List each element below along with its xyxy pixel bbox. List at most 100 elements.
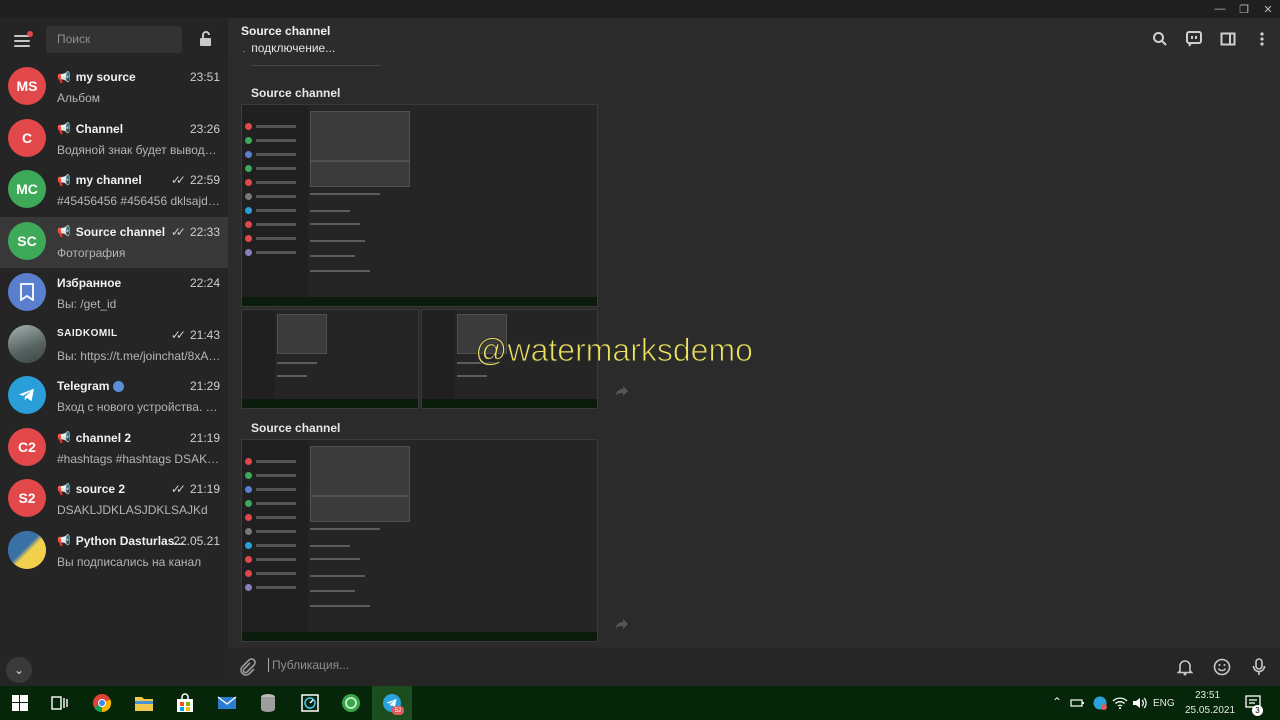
avatar: C2 [8,427,46,466]
watermark-text: @watermarksdemo [475,332,754,369]
chat-name: 📢 source 2 [57,482,126,496]
chat-list-item[interactable]: S2 📢 source 2 ✓✓ 21:19 DSAKLJDKLASJDKLSAJK… [0,474,228,526]
python-logo-icon [8,530,46,569]
chat-list-item[interactable]: Telegram 21:29 Вход с нового устройства.… [0,371,228,423]
chat-list-item[interactable]: SC 📢 Source channel ✓✓ 22:33 Фотография [0,216,228,268]
lock-icon[interactable] [196,29,216,49]
task-manager-icon[interactable] [298,691,322,715]
green-app-icon[interactable] [339,691,363,715]
telegram-tray-icon[interactable] [1090,691,1110,715]
chat-list-item[interactable]: 📢 Python Dasturlas... 22.05.21 Вы подписа… [0,526,228,578]
double-check-icon: ✓✓ [170,327,186,342]
chat-list-item[interactable]: Избранное 22:24 Вы: /get_id [0,268,228,320]
chrome-icon[interactable] [90,691,114,715]
chat-name: 📢 my source [57,70,136,84]
chat-header: Source channel . подключение... [228,18,1280,62]
channel-megaphone-icon: 📢 [57,432,71,444]
forward-icon[interactable] [615,617,629,631]
chat-list-item[interactable]: MS 📢 my source 23:51 Альбом [0,62,228,114]
channel-megaphone-icon: 📢 [57,226,71,238]
channel-megaphone-icon: 📢 [57,123,71,135]
notification-count: 3 [1252,705,1263,716]
minimize-icon[interactable]: — [1208,0,1232,18]
chat-time: 21:29 [189,379,220,393]
chat-preview: Вы: /get_id [57,297,117,311]
photo-message[interactable] [241,439,598,642]
message-input[interactable]: Публикация... [268,658,349,672]
chat-list-item[interactable]: SAIDKOMIL ✓✓ 21:43 Вы: https://t.me/joinc… [0,320,228,372]
task-view-icon[interactable] [48,691,72,715]
restore-icon[interactable]: ❐ [1232,0,1256,18]
windows-taskbar: 52 ⌃ ENG 23:51 25.05.2021 3 [0,686,1280,720]
chat-list-item[interactable]: C2 📢 channel 2 21:19 #hashtags #hashtags … [0,423,228,475]
avatar: S2 [8,479,46,517]
chat-list-item[interactable]: C 📢 Channel 23:26 Водяной знак будет выво… [0,114,228,166]
telegram-logo-icon [19,388,34,402]
file-explorer-icon[interactable] [132,691,156,715]
chat-time: ✓✓ 22:33 [170,224,220,239]
avatar [8,324,46,363]
microphone-icon[interactable] [1251,658,1267,681]
collapse-button[interactable]: ⌄ [6,657,32,683]
chat-name: 📢 channel 2 [57,430,132,445]
close-icon[interactable]: ✕ [1256,0,1280,18]
store-icon[interactable] [173,691,197,715]
chat-name: 📢 Source channel [57,224,166,239]
post-author[interactable]: Source channel [251,421,340,435]
unread-dot [27,31,33,37]
emoji-icon[interactable] [1213,658,1231,681]
clock-date[interactable]: 25.05.2021 [1185,705,1235,716]
chat-name: Избранное [57,276,122,290]
database-app-icon[interactable] [256,691,280,715]
chat-time: 23:26 [189,121,220,136]
double-check-icon: ✓✓ [170,173,186,187]
chat-preview: DSAKLJDKLASJDKLSAJKd [57,503,208,517]
tray-expand-icon[interactable]: ⌃ [1052,695,1062,709]
chat-list: MS 📢 my source 23:51 Альбом C 📢 Channel 23… [0,62,228,577]
double-check-icon: ✓✓ [170,482,186,496]
volume-icon[interactable] [1130,691,1150,715]
chat-preview: #hashtags #hashtags DSAKLJ... [57,451,222,466]
channel-megaphone-icon: 📢 [57,483,71,496]
avatar-initials: MS [16,78,38,94]
avatar [8,530,46,569]
message-composer: Публикация... [228,648,1280,686]
chat-name: SAIDKOMIL [57,327,118,339]
notification-bell-icon[interactable] [1176,658,1194,681]
album-photo[interactable] [241,104,598,307]
chat-name: 📢 Channel [57,121,124,136]
chat-time: 23:51 [189,70,220,84]
connection-status: . подключение... [243,41,336,55]
header-actions [1150,29,1272,49]
forward-icon[interactable] [615,384,629,398]
chat-name: 📢 Python Dasturlas... [57,533,185,548]
verified-badge-icon [113,380,125,392]
language-indicator[interactable]: ENG [1153,698,1175,709]
mail-icon[interactable] [215,691,239,715]
wifi-icon[interactable] [1110,691,1130,715]
search-icon[interactable] [1150,29,1170,49]
post-author[interactable]: Source channel [251,86,340,100]
clock-time[interactable]: 23:51 [1195,690,1220,701]
chat-preview: Вы: https://t.me/joinchat/8xA0... [57,348,222,363]
menu-icon[interactable] [12,30,33,50]
avatar-initials: C [21,129,33,146]
chat-view: Source channel . подключение... Source ch… [228,18,1280,686]
chat-time: ✓✓ 22:59 [170,173,220,187]
channel-megaphone-icon: 📢 [57,535,71,547]
avatar-initials: S2 [18,490,36,506]
attach-icon[interactable] [238,658,256,681]
chat-title[interactable]: Source channel [241,24,330,38]
comments-icon[interactable] [1184,29,1204,49]
more-icon[interactable] [1252,29,1272,49]
chat-list-item[interactable]: MC 📢 my channel ✓✓ 22:59 #45456456 #456456… [0,165,228,217]
battery-icon[interactable] [1068,691,1088,715]
windows-start-icon[interactable] [8,691,32,715]
chat-preview: Водяной знак будет выводить... [57,142,222,157]
chat-preview: Вы подписались на канал [57,554,202,569]
avatar-initials: C2 [18,438,36,455]
search-input[interactable]: Поиск [46,26,182,53]
album-photo[interactable] [241,309,419,409]
sidebar-toggle-icon[interactable] [1218,29,1238,49]
chat-time: 22.05.21 [173,533,220,548]
